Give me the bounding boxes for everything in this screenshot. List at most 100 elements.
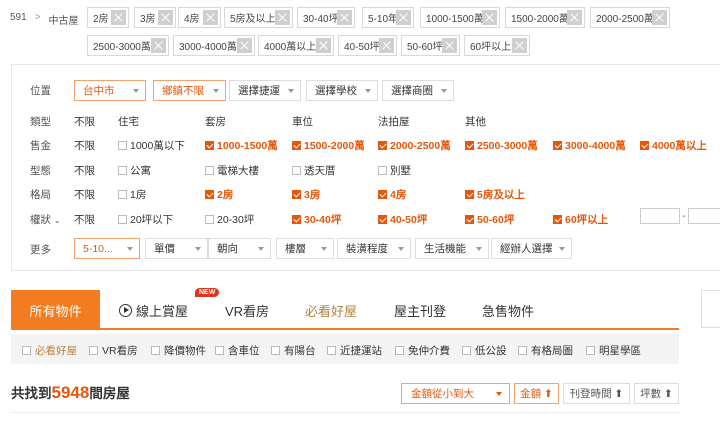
filter-tag[interactable]: 3000-4000萬 (173, 35, 255, 56)
layout-checkbox[interactable]: 1房 (118, 187, 146, 202)
filter-tag[interactable]: 30-40坪 (297, 7, 355, 28)
remove-icon[interactable] (567, 10, 582, 25)
remove-icon[interactable] (512, 38, 527, 53)
layout-checkbox[interactable]: 4房 (378, 187, 406, 202)
remove-icon[interactable] (652, 10, 667, 25)
filter-tag[interactable]: 50-60坪 (401, 35, 460, 56)
filter-tag[interactable]: 3房 (134, 7, 176, 28)
remove-icon[interactable] (337, 10, 352, 25)
size-max-input[interactable] (688, 208, 720, 224)
type-all[interactable]: 不限 (74, 114, 95, 129)
size-checkbox[interactable]: 20坪以下 (118, 212, 173, 227)
layout-all[interactable]: 不限 (74, 187, 95, 202)
tab-must-see[interactable]: 必看好屋 (305, 290, 357, 330)
school-select[interactable]: 選擇學校 (306, 80, 378, 101)
type-option[interactable]: 套房 (205, 114, 226, 129)
tab-online[interactable]: 線上賞屋 (119, 290, 188, 330)
quick-filter-checkbox[interactable]: 免仲介費 (395, 343, 450, 358)
size-checkbox[interactable]: 30-40坪 (292, 212, 341, 227)
remove-icon[interactable] (151, 38, 166, 53)
size-checkbox[interactable]: 40-50坪 (378, 212, 427, 227)
remove-icon[interactable] (237, 38, 252, 53)
decoration-select[interactable]: 裝潢程度 (337, 238, 411, 259)
filter-tag[interactable]: 1000-1500萬 (420, 7, 500, 28)
remove-icon[interactable] (158, 10, 173, 25)
type-option[interactable]: 車位 (292, 114, 313, 129)
unit-price-select[interactable]: 單價 (145, 238, 208, 259)
quick-filter-checkbox[interactable]: 含車位 (215, 343, 260, 358)
sort-area-button[interactable]: 坪數 ⬆ (634, 383, 679, 404)
form-checkbox[interactable]: 別墅 (378, 163, 411, 178)
breadcrumb-current[interactable]: 中古屋 (49, 12, 79, 27)
type-option[interactable]: 法拍屋 (378, 114, 410, 129)
tab-owner[interactable]: 屋主刊登 (394, 290, 446, 330)
remove-icon[interactable] (396, 10, 411, 25)
size-all[interactable]: 不限 (74, 212, 95, 227)
price-checkbox[interactable]: 2000-2500萬 (378, 138, 451, 153)
sort-post-time-button[interactable]: 刊登時間 ⬆ (563, 383, 630, 404)
price-checkbox[interactable]: 1000萬以下 (118, 138, 185, 153)
life-select[interactable]: 生活機能 (415, 238, 489, 259)
filter-tag[interactable]: 40-50坪 (338, 35, 397, 56)
quick-filter-checkbox[interactable]: 低公設 (462, 343, 507, 358)
price-checkbox[interactable]: 4000萬以上 (640, 138, 707, 153)
tab-all[interactable]: 所有物件 (11, 290, 100, 330)
form-checkbox[interactable]: 公寓 (118, 163, 151, 178)
quick-filter-checkbox[interactable]: VR看房 (89, 343, 138, 358)
filter-tag[interactable]: 2房 (87, 7, 129, 28)
direction-select[interactable]: 朝向 (208, 238, 271, 259)
tab-urgent[interactable]: 急售物件 (482, 290, 534, 330)
form-checkbox[interactable]: 透天厝 (292, 163, 336, 178)
breadcrumb-root[interactable]: 591 (10, 12, 27, 27)
filter-tag[interactable]: 2500-3000萬 (87, 35, 169, 56)
size-min-input[interactable] (640, 208, 680, 224)
sort-amount-select[interactable]: 金額從小到大 (401, 383, 510, 404)
remove-icon[interactable] (442, 38, 457, 53)
remove-icon[interactable] (111, 10, 126, 25)
quick-filter-checkbox[interactable]: 降價物件 (151, 343, 206, 358)
city-select[interactable]: 台中市 (74, 80, 146, 101)
price-all[interactable]: 不限 (74, 138, 95, 153)
filter-tag[interactable]: 60坪以上 (464, 35, 530, 56)
remove-icon[interactable] (275, 10, 290, 25)
price-checkbox[interactable]: 1500-2000萬 (292, 138, 365, 153)
mrt-select[interactable]: 選擇捷運 (229, 80, 301, 101)
layout-checkbox[interactable]: 5房及以上 (465, 187, 525, 202)
filter-tag[interactable]: 1500-2000萬 (505, 7, 585, 28)
filter-tag[interactable]: 2000-2500萬 (590, 7, 670, 28)
remove-icon[interactable] (203, 10, 218, 25)
type-option[interactable]: 其他 (465, 114, 486, 129)
form-all[interactable]: 不限 (74, 163, 95, 178)
tab-vr[interactable]: VR看房 (225, 290, 269, 330)
district-select[interactable]: 鄉鎮不限 (153, 80, 226, 101)
filter-tag[interactable]: 4房 (178, 7, 221, 28)
size-checkbox[interactable]: 50-60坪 (465, 212, 514, 227)
floor-select[interactable]: 樓層 (276, 238, 334, 259)
remove-icon[interactable] (379, 38, 394, 53)
size-checkbox[interactable]: 60坪以上 (553, 212, 608, 227)
remove-icon[interactable] (316, 38, 331, 53)
price-checkbox[interactable]: 3000-4000萬 (553, 138, 626, 153)
form-checkbox[interactable]: 電梯大樓 (205, 163, 259, 178)
price-checkbox[interactable]: 2500-3000萬 (465, 138, 538, 153)
agent-select[interactable]: 經辦人選擇 (491, 238, 572, 259)
filter-tag[interactable]: 4000萬以上 (258, 35, 334, 56)
price-checkbox[interactable]: 1000-1500萬 (205, 138, 278, 153)
filter-tag[interactable]: 5房及以上 (224, 7, 293, 28)
quick-filter-checkbox[interactable]: 近捷運站 (327, 343, 382, 358)
layout-checkbox[interactable]: 3房 (292, 187, 320, 202)
quick-filter-checkbox[interactable]: 必看好屋 (22, 343, 77, 358)
sort-amount-button[interactable]: 金額 ⬆ (514, 383, 559, 404)
age-select[interactable]: 5-10... (74, 238, 140, 259)
filter-tag[interactable]: 5-10年 (362, 7, 414, 28)
quick-filter-checkbox[interactable]: 有格局圖 (518, 343, 573, 358)
shop-select[interactable]: 選擇商圈 (382, 80, 454, 101)
remove-icon[interactable] (482, 10, 497, 25)
quick-filter-checkbox[interactable]: 有陽台 (271, 343, 316, 358)
type-label: 類型 (30, 116, 51, 128)
quick-filter-checkbox[interactable]: 明星學區 (586, 343, 641, 358)
type-option[interactable]: 住宅 (118, 114, 139, 129)
size-label[interactable]: 權狀 ⌄ (30, 212, 61, 227)
size-checkbox[interactable]: 20-30坪 (205, 212, 254, 227)
layout-checkbox[interactable]: 2房 (205, 187, 233, 202)
